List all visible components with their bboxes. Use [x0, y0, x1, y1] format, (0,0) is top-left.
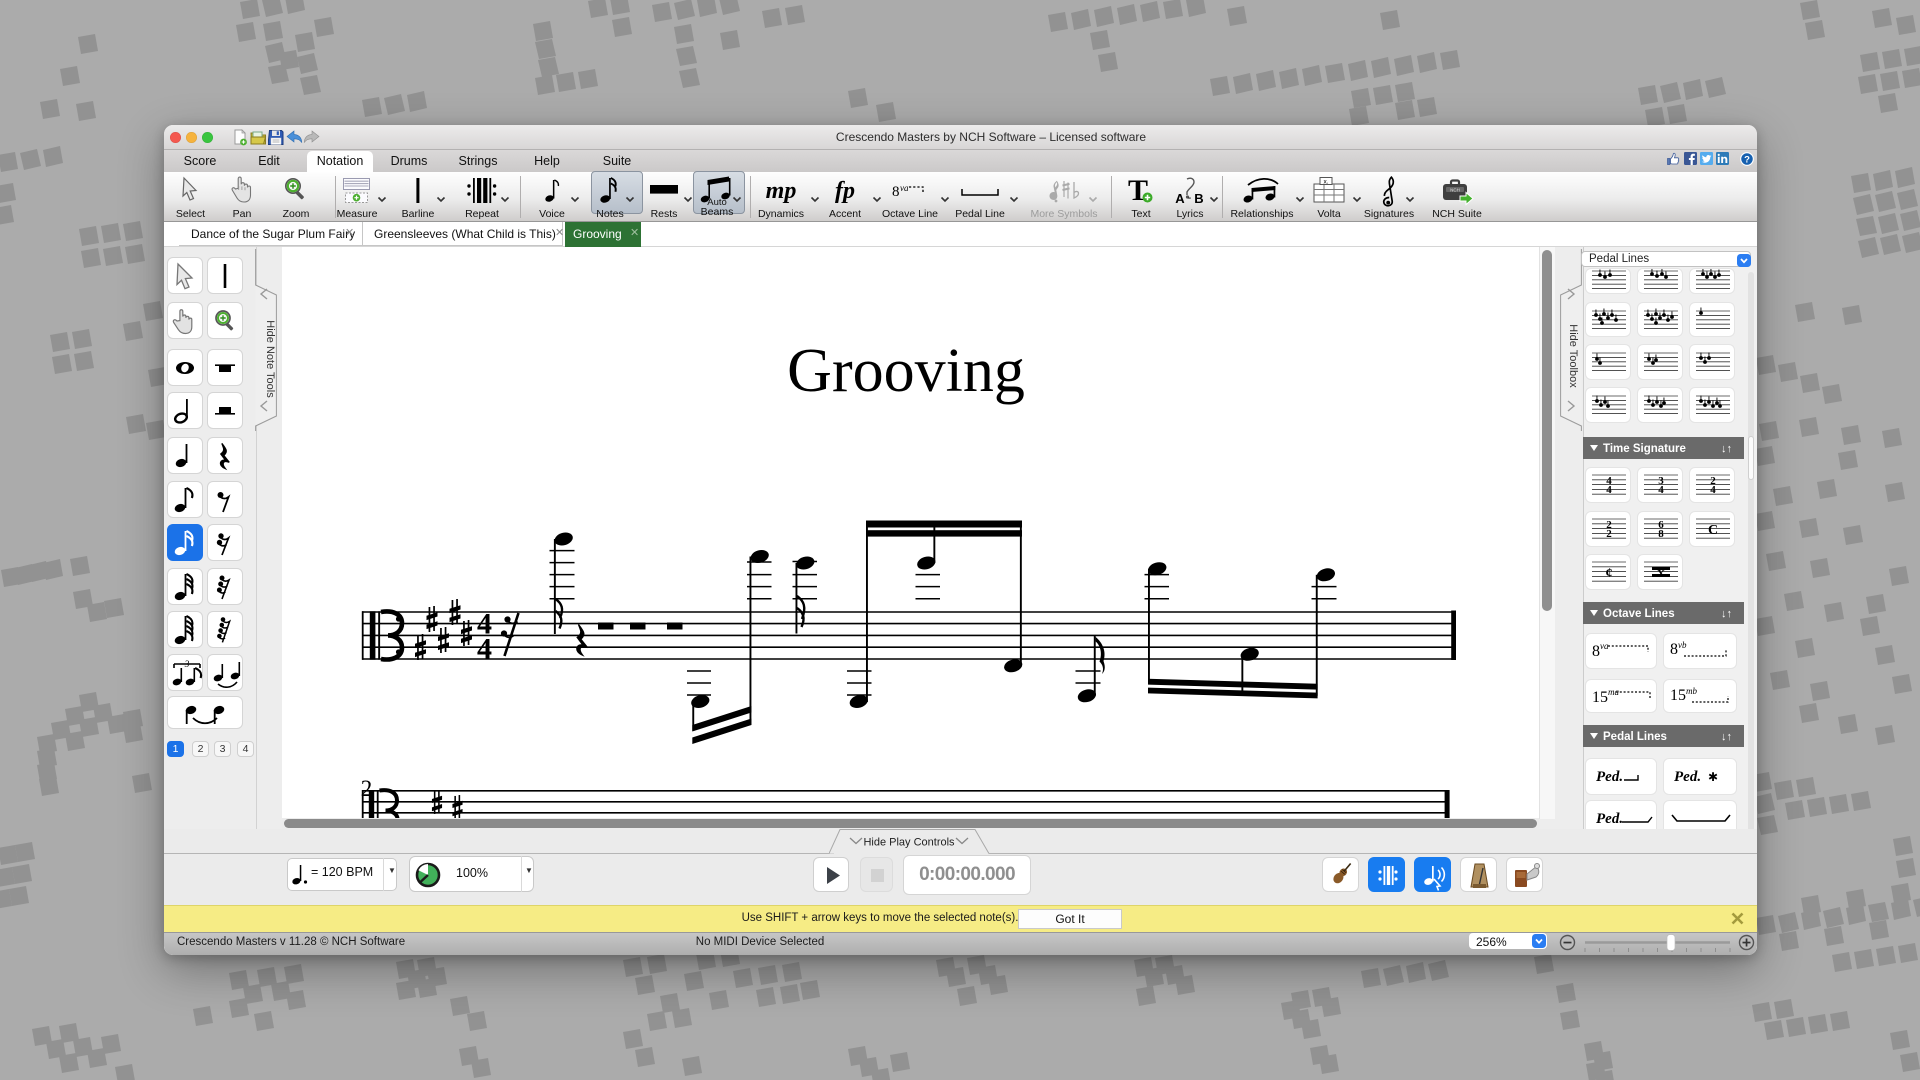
svg-text:↓↑: ↓↑	[1721, 731, 1732, 743]
svg-text:15: 15	[1592, 689, 1608, 706]
svg-text:Pedal Lines: Pedal Lines	[1603, 731, 1667, 743]
svg-text:X: X	[1657, 568, 1665, 580]
svg-text:✱: ✱	[1708, 770, 1718, 784]
svg-text:¢: ¢	[1606, 566, 1613, 581]
svg-text:Hide Note Tools: Hide Note Tools	[264, 320, 276, 398]
svg-text:Ped.: Ped.	[1674, 769, 1701, 785]
svg-text:4: 4	[1606, 484, 1612, 496]
svg-text:mp: mp	[766, 179, 797, 204]
svg-text:4: 4	[1658, 484, 1664, 496]
svg-text:8: 8	[1670, 641, 1678, 658]
svg-text:Octave Lines: Octave Lines	[1603, 608, 1675, 620]
svg-text:mb: mb	[1686, 686, 1697, 696]
svg-text:3: 3	[184, 659, 190, 669]
svg-text:↓↑: ↓↑	[1721, 443, 1732, 455]
svg-text:8: 8	[1592, 643, 1600, 660]
svg-text:2: 2	[1606, 528, 1612, 540]
svg-text:?: ?	[1744, 154, 1750, 165]
svg-text:8: 8	[892, 184, 900, 200]
svg-text:C: C	[1708, 523, 1718, 538]
svg-text:fp: fp	[835, 179, 855, 204]
svg-text:Ped.: Ped.	[1596, 769, 1623, 785]
svg-text:vb: vb	[1678, 640, 1687, 650]
svg-text:NCH: NCH	[1450, 188, 1460, 193]
svg-text:Time Signature: Time Signature	[1603, 443, 1686, 455]
svg-text:va: va	[900, 183, 909, 193]
svg-text:Hide Toolbox: Hide Toolbox	[1567, 324, 1579, 388]
svg-text:A: A	[1175, 191, 1185, 206]
svg-text:va: va	[1600, 641, 1609, 651]
svg-text:Hide Play Controls: Hide Play Controls	[863, 837, 955, 849]
svg-text:↓↑: ↓↑	[1721, 608, 1732, 620]
svg-text:-: -	[1188, 192, 1192, 204]
svg-text:4: 4	[477, 633, 492, 666]
svg-text:B: B	[1194, 191, 1203, 206]
svg-text:15: 15	[1670, 687, 1686, 704]
svg-text:x.: x.	[1323, 179, 1328, 186]
svg-text:Ped.: Ped.	[1596, 811, 1623, 827]
svg-text:8: 8	[1658, 528, 1664, 540]
svg-text:4: 4	[1710, 484, 1716, 496]
